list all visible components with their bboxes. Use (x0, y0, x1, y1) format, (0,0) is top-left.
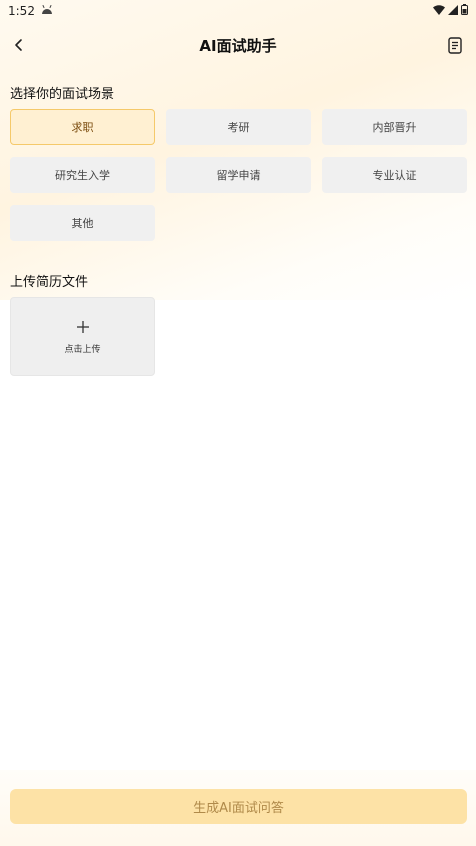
history-button[interactable] (444, 34, 466, 56)
scene-option-certification[interactable]: 专业认证 (322, 157, 467, 193)
scene-option-grad-exam[interactable]: 考研 (166, 109, 311, 145)
status-time: 1:52 (8, 4, 35, 18)
signal-icon (448, 4, 458, 18)
scene-option-label: 专业认证 (372, 169, 417, 182)
status-bar: 1:52 (0, 0, 476, 22)
scene-option-label: 内部晋升 (372, 121, 417, 134)
upload-section-title: 上传简历文件 (10, 275, 89, 290)
upload-resume-button[interactable]: 点击上传 (10, 297, 155, 376)
document-icon (448, 36, 462, 54)
nav-bar: AI面试助手 (0, 24, 476, 66)
android-icon (41, 4, 53, 18)
battery-icon (461, 4, 468, 18)
scene-option-label: 求职 (71, 121, 94, 134)
scene-option-job[interactable]: 求职 (10, 109, 155, 145)
scene-option-promotion[interactable]: 内部晋升 (322, 109, 467, 145)
scene-option-other[interactable]: 其他 (10, 205, 155, 241)
generate-button[interactable]: 生成AI面试问答 (10, 789, 467, 824)
wifi-icon (433, 4, 445, 18)
scene-option-label: 考研 (227, 121, 250, 134)
scene-option-label: 其他 (71, 217, 94, 230)
scene-option-grad-admission[interactable]: 研究生入学 (10, 157, 155, 193)
plus-icon (76, 318, 90, 338)
scene-option-label: 留学申请 (216, 169, 261, 182)
upload-label: 点击上传 (64, 345, 101, 355)
scene-section-title: 选择你的面试场景 (10, 87, 115, 102)
scene-option-label: 研究生入学 (55, 169, 110, 182)
page-title: AI面试助手 (199, 37, 277, 55)
scene-option-study-abroad[interactable]: 留学申请 (166, 157, 311, 193)
